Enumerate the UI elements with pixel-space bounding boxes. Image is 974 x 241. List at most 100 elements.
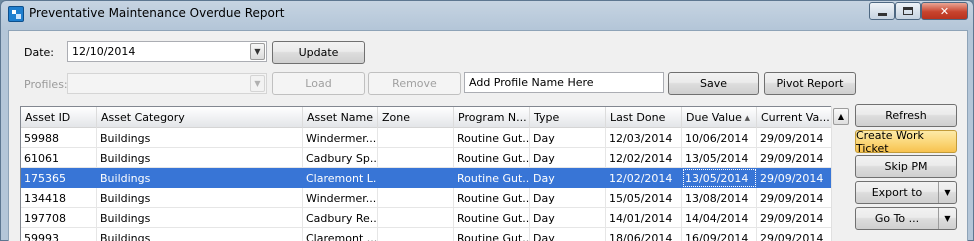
table-cell[interactable]: Day: [530, 228, 606, 241]
table-cell[interactable]: Routine Gut...: [454, 128, 530, 148]
title-bar[interactable]: Preventative Maintenance Overdue Report …: [1, 1, 973, 29]
column-header[interactable]: Program N...: [454, 107, 530, 128]
table-cell[interactable]: 12/02/2014: [606, 168, 682, 188]
go-to-button[interactable]: Go To ... ▼: [855, 207, 957, 230]
table-cell[interactable]: 14/04/2014: [682, 208, 757, 228]
export-to-label: Export to: [871, 186, 923, 199]
table-cell[interactable]: Buildings: [97, 188, 303, 208]
table-cell[interactable]: Day: [530, 148, 606, 168]
grid-header: Asset ID Asset Category Asset Name Zone Prog…: [21, 107, 832, 128]
close-button[interactable]: ✕: [921, 2, 968, 20]
grid-scrollbar[interactable]: ▲: [831, 106, 849, 241]
table-cell[interactable]: [378, 208, 454, 228]
table-cell[interactable]: Buildings: [97, 208, 303, 228]
table-cell[interactable]: Day: [530, 208, 606, 228]
table-cell[interactable]: Routine Gut...: [454, 188, 530, 208]
table-cell[interactable]: 29/09/2014: [757, 168, 832, 188]
minimize-button[interactable]: [869, 2, 895, 20]
table-row[interactable]: 59993 Buildings Claremont ... Routine Gut..…: [21, 228, 832, 241]
table-cell[interactable]: 15/05/2014: [606, 188, 682, 208]
table-cell[interactable]: [378, 228, 454, 241]
column-header[interactable]: Asset ID: [21, 107, 97, 128]
date-picker[interactable]: 12/10/2014 ▼: [67, 41, 267, 62]
column-header[interactable]: Asset Name: [303, 107, 378, 128]
table-cell[interactable]: 29/09/2014: [757, 128, 832, 148]
table-cell[interactable]: 61061: [21, 148, 97, 168]
table-cell[interactable]: Day: [530, 168, 606, 188]
table-row[interactable]: 197708 Buildings Cadbury Re... Routine Gut.…: [21, 208, 832, 228]
column-header[interactable]: Due Value ▲: [682, 107, 757, 128]
table-cell[interactable]: Day: [530, 188, 606, 208]
window-title: Preventative Maintenance Overdue Report: [29, 6, 285, 20]
table-cell[interactable]: 175365: [21, 168, 97, 188]
chevron-down-icon[interactable]: ▼: [938, 208, 956, 229]
minimize-icon: [877, 12, 887, 16]
table-cell[interactable]: 18/06/2014: [606, 228, 682, 241]
refresh-button[interactable]: Refresh: [855, 104, 957, 127]
table-cell[interactable]: Day: [530, 128, 606, 148]
table-cell[interactable]: Cadbury Re...: [303, 208, 378, 228]
skip-pm-button[interactable]: Skip PM: [855, 155, 957, 178]
table-cell[interactable]: Cadbury Sp...: [303, 148, 378, 168]
table-cell[interactable]: 10/06/2014: [682, 128, 757, 148]
table-cell[interactable]: Claremont ...: [303, 228, 378, 241]
table-cell[interactable]: 29/09/2014: [757, 148, 832, 168]
load-button[interactable]: Load: [272, 72, 365, 95]
sort-ascending-icon: ▲: [744, 114, 750, 122]
table-row[interactable]: 134418 Buildings Windermer... Routine Gut..…: [21, 188, 832, 208]
table-cell[interactable]: 13/05/2014: [682, 148, 757, 168]
table-cell[interactable]: [378, 188, 454, 208]
table-cell[interactable]: 59988: [21, 128, 97, 148]
table-cell[interactable]: 12/03/2014: [606, 128, 682, 148]
table-cell[interactable]: 16/09/2014: [682, 228, 757, 241]
table-cell[interactable]: [378, 168, 454, 188]
table-cell[interactable]: 29/09/2014: [757, 208, 832, 228]
chevron-down-icon[interactable]: ▼: [938, 182, 956, 203]
table-cell[interactable]: 29/09/2014: [757, 228, 832, 241]
table-cell[interactable]: Buildings: [97, 148, 303, 168]
update-button[interactable]: Update: [272, 41, 365, 64]
table-cell[interactable]: 59993: [21, 228, 97, 241]
table-cell[interactable]: Buildings: [97, 168, 303, 188]
chevron-down-icon[interactable]: ▼: [250, 43, 265, 60]
table-cell[interactable]: Claremont L...: [303, 168, 378, 188]
table-cell[interactable]: 134418: [21, 188, 97, 208]
table-row[interactable]: 59988 Buildings Windermer... Routine Gut...…: [21, 128, 832, 148]
maximize-button[interactable]: [895, 2, 921, 20]
table-cell[interactable]: 12/02/2014: [606, 148, 682, 168]
create-work-ticket-button[interactable]: Create Work Ticket: [855, 129, 957, 155]
table-cell[interactable]: Buildings: [97, 228, 303, 241]
overdue-grid[interactable]: Asset ID Asset Category Asset Name Zone Prog…: [20, 106, 849, 241]
table-cell[interactable]: Buildings: [97, 128, 303, 148]
column-header[interactable]: Last Done: [606, 107, 682, 128]
chevron-down-icon[interactable]: ▼: [250, 75, 265, 92]
export-to-button[interactable]: Export to ▼: [855, 181, 957, 204]
remove-button[interactable]: Remove: [368, 72, 461, 95]
table-cell[interactable]: Routine Gut...: [454, 208, 530, 228]
app-window: Preventative Maintenance Overdue Report …: [0, 0, 974, 241]
table-cell[interactable]: Routine Gut...: [454, 148, 530, 168]
pivot-report-button[interactable]: Pivot Report: [764, 72, 856, 95]
table-cell[interactable]: Windermer...: [303, 128, 378, 148]
table-cell[interactable]: [378, 128, 454, 148]
profile-name-input[interactable]: Add Profile Name Here: [464, 72, 664, 93]
table-cell[interactable]: 14/01/2014: [606, 208, 682, 228]
table-cell[interactable]: Windermer...: [303, 188, 378, 208]
scroll-up-icon[interactable]: ▲: [833, 108, 849, 125]
column-header[interactable]: Zone: [378, 107, 454, 128]
table-cell[interactable]: [378, 148, 454, 168]
column-header[interactable]: Current Va...: [757, 107, 832, 128]
column-header[interactable]: Type: [530, 107, 606, 128]
table-row[interactable]: 175365 Buildings Claremont L... Routine Gut…: [21, 168, 832, 188]
profiles-label: Profiles:: [24, 78, 68, 91]
table-cell[interactable]: Routine Gut...: [454, 228, 530, 241]
table-cell[interactable]: 13/05/2014: [682, 168, 757, 188]
table-cell[interactable]: 197708: [21, 208, 97, 228]
profiles-dropdown[interactable]: ▼: [67, 73, 267, 94]
column-header[interactable]: Asset Category: [97, 107, 303, 128]
table-row[interactable]: 61061 Buildings Cadbury Sp... Routine Gut..…: [21, 148, 832, 168]
save-button[interactable]: Save: [668, 72, 759, 95]
table-cell[interactable]: 13/08/2014: [682, 188, 757, 208]
table-cell[interactable]: 29/09/2014: [757, 188, 832, 208]
table-cell[interactable]: Routine Gut...: [454, 168, 530, 188]
